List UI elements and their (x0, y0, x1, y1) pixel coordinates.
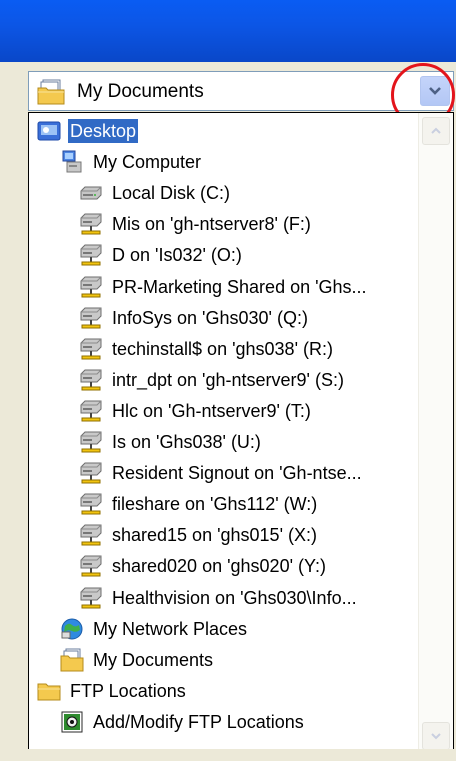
list-item-label: My Documents (93, 649, 214, 670)
local-disk-icon (79, 181, 103, 205)
list-item[interactable]: D on 'Is032' (O:) (79, 240, 244, 270)
network-drive-icon (79, 523, 103, 547)
list-item[interactable]: intr_dpt on 'gh-ntserver9' (S:) (79, 365, 346, 395)
look-in-value: My Documents (77, 81, 204, 102)
vertical-scrollbar[interactable] (418, 113, 453, 758)
desktop-icon (37, 119, 61, 143)
list-item[interactable]: My Computer (60, 147, 203, 177)
list-item-label: My Network Places (93, 618, 248, 639)
list-item-label: Local Disk (C:) (112, 183, 231, 204)
network-drive-icon (79, 337, 103, 361)
list-item-label: fileshare on 'Ghs112' (W:) (112, 494, 318, 515)
list-item[interactable]: Hlc on 'Gh-ntserver9' (T:) (79, 396, 313, 426)
my-documents-icon (60, 648, 84, 672)
look-in-combo[interactable]: My Documents (28, 71, 454, 111)
list-item-label: PR-Marketing Shared on 'Ghs... (112, 276, 367, 297)
look-in-dropdown-list[interactable]: Desktop My Computer Local Disk (C:) Mis on … (28, 112, 454, 759)
file-dialog-screenshot: My Documents Desktop My Computer Local Dis… (0, 0, 456, 761)
network-places-icon (60, 617, 84, 641)
network-drive-icon (79, 306, 103, 330)
list-item[interactable]: Is on 'Ghs038' (U:) (79, 427, 263, 457)
list-item-label: Add/Modify FTP Locations (93, 711, 304, 732)
list-item[interactable]: Healthvision on 'Ghs030\Info... (79, 583, 359, 613)
list-item[interactable]: FTP Locations (37, 676, 188, 706)
list-item-label: D on 'Is032' (O:) (112, 245, 242, 266)
network-drive-icon (79, 492, 103, 516)
list-item-label: Is on 'Ghs038' (U:) (112, 432, 261, 452)
list-item-label: My Computer (93, 152, 202, 173)
network-drive-icon (79, 399, 103, 423)
list-item[interactable]: Local Disk (C:) (79, 178, 232, 208)
list-item[interactable]: shared15 on 'ghs015' (X:) (79, 520, 319, 550)
list-item-label: techinstall$ on 'ghs038' (R:) (112, 338, 333, 359)
list-item[interactable]: techinstall$ on 'ghs038' (R:) (79, 334, 335, 364)
list-item[interactable]: shared020 on 'ghs020' (Y:) (79, 551, 328, 581)
my-documents-icon (37, 79, 65, 110)
list-item[interactable]: Resident Signout on 'Gh-ntse... (79, 458, 364, 488)
list-item-label: intr_dpt on 'gh-ntserver9' (S:) (112, 369, 344, 390)
dialog-bottom-edge (0, 749, 456, 761)
list-item[interactable]: My Network Places (60, 614, 249, 644)
list-item[interactable]: Mis on 'gh-ntserver8' (F:) (79, 209, 313, 239)
list-item-label: shared020 on 'ghs020' (Y:) (112, 556, 327, 577)
ftp-icon (60, 710, 84, 734)
list-item-label: shared15 on 'ghs015' (X:) (112, 525, 318, 546)
list-item[interactable]: PR-Marketing Shared on 'Ghs... (79, 272, 369, 302)
network-drive-icon (79, 586, 103, 610)
list-item[interactable]: fileshare on 'Ghs112' (W:) (79, 489, 319, 519)
list-item-label: InfoSys on 'Ghs030' (Q:) (112, 307, 308, 328)
network-drive-icon (79, 243, 103, 267)
network-drive-icon (79, 430, 103, 454)
scroll-down-icon (431, 733, 441, 740)
list-item[interactable]: Desktop (37, 116, 139, 146)
list-item-label: FTP Locations (70, 680, 186, 701)
title-bar (0, 0, 456, 62)
list-item[interactable]: InfoSys on 'Ghs030' (Q:) (79, 303, 310, 333)
network-drive-icon (79, 461, 103, 485)
list-item-label: Hlc on 'Gh-ntserver9' (T:) (112, 400, 311, 421)
scroll-up-icon (431, 127, 441, 134)
network-drive-icon (79, 554, 103, 578)
list-item-label: Healthvision on 'Ghs030\Info... (112, 587, 357, 608)
my-computer-icon (60, 150, 84, 174)
list-item-label: Resident Signout on 'Gh-ntse... (112, 463, 362, 484)
list-item[interactable]: My Documents (60, 645, 215, 675)
network-drive-icon (79, 368, 103, 392)
network-drive-icon (79, 275, 103, 299)
list-item-label: Mis on 'gh-ntserver8' (F:) (112, 214, 311, 235)
network-drive-icon (79, 212, 103, 236)
scroll-down-button[interactable] (422, 722, 450, 750)
folder-icon (37, 679, 61, 703)
list-item-label: Desktop (68, 119, 139, 143)
list-item[interactable]: Add/Modify FTP Locations (60, 707, 306, 737)
scroll-up-button[interactable] (422, 117, 450, 145)
